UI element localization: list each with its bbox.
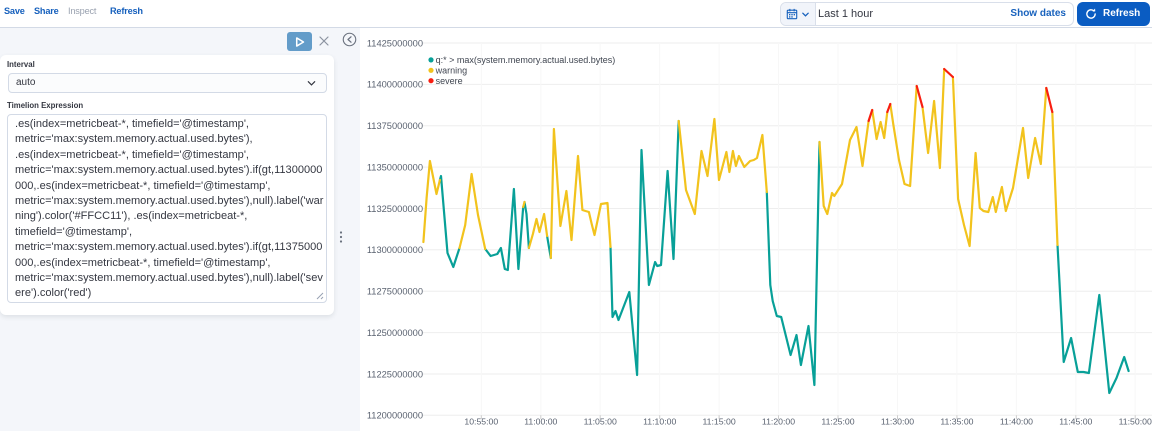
svg-text:11250000000: 11250000000 [367,328,423,338]
svg-text:q:* > max(system.memory.actual: q:* > max(system.memory.actual.used.byte… [436,55,616,65]
svg-text:11:30:00: 11:30:00 [881,417,914,427]
svg-text:11:25:00: 11:25:00 [821,417,854,427]
svg-text:11:05:00: 11:05:00 [584,417,617,427]
svg-text:11325000000: 11325000000 [367,204,423,214]
svg-text:11:50:00: 11:50:00 [1119,417,1152,427]
svg-text:11:20:00: 11:20:00 [762,417,795,427]
svg-text:11:40:00: 11:40:00 [1000,417,1033,427]
svg-text:11425000000: 11425000000 [367,38,423,48]
svg-text:11:00:00: 11:00:00 [524,417,557,427]
svg-text:11275000000: 11275000000 [367,287,423,297]
svg-text:11:35:00: 11:35:00 [940,417,973,427]
svg-text:11400000000: 11400000000 [367,80,423,90]
svg-text:11375000000: 11375000000 [367,121,423,131]
svg-text:11:15:00: 11:15:00 [703,417,736,427]
svg-text:11:45:00: 11:45:00 [1059,417,1092,427]
svg-text:11300000000: 11300000000 [367,245,423,255]
svg-text:10:55:00: 10:55:00 [464,417,498,427]
svg-text:warning: warning [435,66,468,76]
svg-text:11200000000: 11200000000 [367,411,423,421]
svg-text:11225000000: 11225000000 [367,369,423,379]
svg-text:severe: severe [436,76,463,86]
svg-text:11350000000: 11350000000 [367,162,423,172]
svg-text:11:10:00: 11:10:00 [643,417,676,427]
